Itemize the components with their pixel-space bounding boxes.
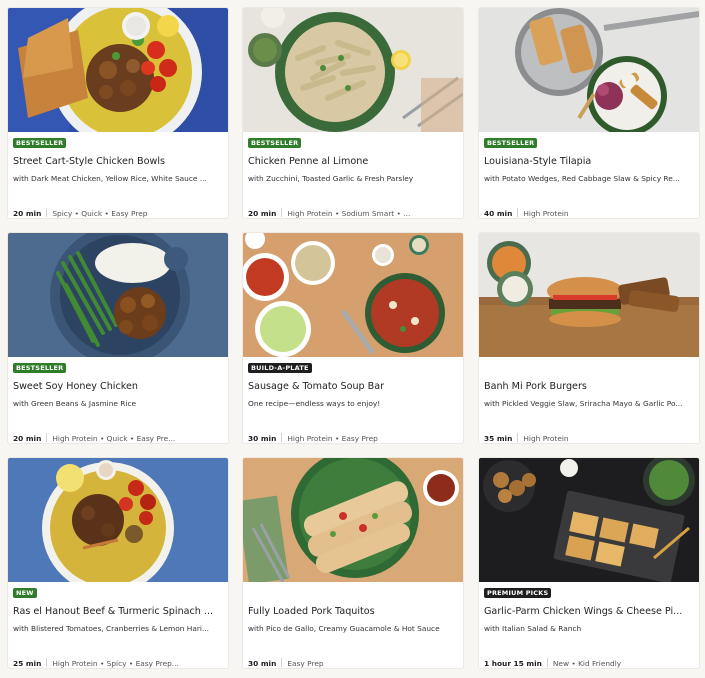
- recipe-card[interactable]: PREMIUM PICKS Garlic-Parm Chicken Wings …: [479, 458, 699, 668]
- recipe-tags: Spicy • Quick • Easy Prep: [52, 209, 148, 218]
- recipe-title[interactable]: Banh Mi Pork Burgers: [484, 381, 694, 392]
- recipe-image[interactable]: [243, 8, 463, 132]
- recipe-subtitle: with Italian Salad & Ranch: [484, 624, 582, 633]
- recipe-image[interactable]: [243, 233, 463, 357]
- recipe-title[interactable]: Fully Loaded Pork Taquitos: [248, 606, 458, 617]
- recipe-title[interactable]: Ras el Hanout Beef & Turmeric Spinach ..…: [13, 606, 223, 617]
- meta-divider: [281, 658, 283, 667]
- recipe-tags: High Protein • Quick • Easy Pre...: [52, 434, 176, 443]
- recipe-subtitle: with Pico de Gallo, Creamy Guacamole & H…: [248, 624, 440, 633]
- recipe-subtitle: with Zucchini, Toasted Garlic & Fresh Pa…: [248, 174, 414, 183]
- recipe-card[interactable]: BESTSELLER Sweet Soy Honey Chicken with …: [8, 233, 228, 443]
- cook-time: 1 hour 15 min: [484, 659, 542, 668]
- cook-time: 30 min: [248, 659, 277, 668]
- recipe-meta: 30 min High Protein • Easy Prep: [248, 433, 458, 443]
- recipe-meta: 20 min High Protein • Quick • Easy Pre...: [13, 433, 223, 443]
- meta-divider: [46, 433, 48, 442]
- recipe-card[interactable]: BESTSELLER Chicken Penne al Limone with …: [243, 8, 463, 218]
- recipe-tags: High Protein: [523, 209, 569, 218]
- recipe-tags: High Protein • Spicy • Easy Prep...: [52, 659, 179, 668]
- recipe-title[interactable]: Chicken Penne al Limone: [248, 156, 458, 167]
- recipe-card[interactable]: BUILD-A-PLATE Sausage & Tomato Soup Bar …: [243, 233, 463, 443]
- meta-divider: [46, 208, 48, 217]
- build-a-plate-badge: BUILD-A-PLATE: [248, 363, 312, 373]
- recipe-title[interactable]: Garlic-Parm Chicken Wings & Cheese Pi...: [484, 606, 694, 617]
- recipe-subtitle: with Blistered Tomatoes, Cranberries & L…: [13, 624, 210, 633]
- recipe-tags: High Protein • Easy Prep: [287, 434, 378, 443]
- meta-divider: [517, 433, 519, 442]
- meta-divider: [546, 658, 548, 667]
- meta-divider: [281, 208, 283, 217]
- meta-divider: [46, 658, 48, 667]
- recipe-image[interactable]: [479, 233, 699, 357]
- recipe-card[interactable]: BESTSELLER Louisiana-Style Tilapia with …: [479, 8, 699, 218]
- bestseller-badge: BESTSELLER: [13, 363, 67, 373]
- recipe-tags: New • Kid Friendly: [552, 659, 622, 668]
- bestseller-badge: BESTSELLER: [484, 138, 538, 148]
- bestseller-badge: BESTSELLER: [13, 138, 67, 148]
- cook-time: 40 min: [484, 209, 513, 218]
- cook-time: 30 min: [248, 434, 277, 443]
- recipe-tags: High Protein • Sodium Smart • ...: [287, 209, 411, 218]
- premium-picks-badge: PREMIUM PICKS: [484, 588, 552, 598]
- cook-time: 35 min: [484, 434, 513, 443]
- recipe-image[interactable]: [8, 8, 228, 132]
- recipe-image[interactable]: [243, 458, 463, 582]
- recipe-title[interactable]: Sausage & Tomato Soup Bar: [248, 381, 458, 392]
- recipe-card[interactable]: Banh Mi Pork Burgers with Pickled Veggie…: [479, 233, 699, 443]
- recipe-meta: 1 hour 15 min New • Kid Friendly: [484, 658, 694, 668]
- recipe-tags: High Protein: [523, 434, 569, 443]
- recipe-meta: 40 min High Protein: [484, 208, 694, 218]
- recipe-card[interactable]: NEW Ras el Hanout Beef & Turmeric Spinac…: [8, 458, 228, 668]
- recipe-meta: 35 min High Protein: [484, 433, 694, 443]
- recipe-subtitle: with Dark Meat Chicken, Yellow Rice, Whi…: [13, 174, 207, 183]
- recipe-meta: 25 min High Protein • Spicy • Easy Prep..…: [13, 658, 223, 668]
- recipe-meta: 20 min Spicy • Quick • Easy Prep: [13, 208, 223, 218]
- cook-time: 20 min: [13, 434, 42, 443]
- recipe-subtitle: with Potato Wedges, Red Cabbage Slaw & S…: [484, 174, 680, 183]
- recipe-meta: 30 min Easy Prep: [248, 658, 458, 668]
- recipe-title[interactable]: Sweet Soy Honey Chicken: [13, 381, 223, 392]
- cook-time: 25 min: [13, 659, 42, 668]
- meta-divider: [517, 208, 519, 217]
- recipe-title[interactable]: Louisiana-Style Tilapia: [484, 156, 694, 167]
- recipe-subtitle: One recipe—endless ways to enjoy!: [248, 399, 381, 408]
- recipe-image[interactable]: [8, 458, 228, 582]
- meta-divider: [281, 433, 283, 442]
- new-badge: NEW: [13, 588, 37, 598]
- recipe-image[interactable]: [479, 8, 699, 132]
- recipe-image[interactable]: [8, 233, 228, 357]
- recipe-card[interactable]: Fully Loaded Pork Taquitos with Pico de …: [243, 458, 463, 668]
- recipe-subtitle: with Green Beans & Jasmine Rice: [13, 399, 137, 408]
- recipe-image[interactable]: [479, 458, 699, 582]
- recipe-tags: Easy Prep: [287, 659, 324, 668]
- recipe-title[interactable]: Street Cart-Style Chicken Bowls: [13, 156, 223, 167]
- recipe-meta: 20 min High Protein • Sodium Smart • ...: [248, 208, 458, 218]
- recipe-subtitle: with Pickled Veggie Slaw, Sriracha Mayo …: [484, 399, 683, 408]
- cook-time: 20 min: [13, 209, 42, 218]
- bestseller-badge: BESTSELLER: [248, 138, 302, 148]
- cook-time: 20 min: [248, 209, 277, 218]
- recipe-card[interactable]: BESTSELLER Street Cart-Style Chicken Bow…: [8, 8, 228, 218]
